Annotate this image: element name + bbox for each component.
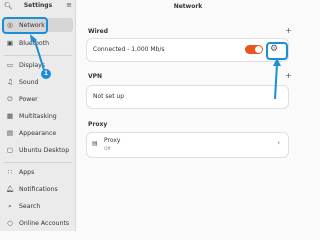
sidebar-item-sound[interactable]: ♫ Sound bbox=[2, 75, 73, 89]
sidebar-item-bluetooth[interactable]: ▣ Bluetooth bbox=[2, 36, 73, 50]
page-title: Network bbox=[173, 3, 203, 10]
sidebar-item-label: Appearance bbox=[19, 129, 57, 137]
sidebar-divider bbox=[4, 162, 72, 163]
wired-toggle[interactable] bbox=[245, 45, 263, 54]
sidebar-item-label: Displays bbox=[19, 61, 46, 69]
sidebar-divider bbox=[4, 55, 72, 56]
sidebar: Settings 🔍︎ ≡ ◎ Network ▣ Bluetooth ▭ Di… bbox=[0, 0, 76, 231]
sidebar-item-label: Notifications bbox=[19, 185, 58, 193]
sidebar-item-label: Bluetooth bbox=[19, 39, 50, 47]
power-icon: ⏻ bbox=[7, 94, 13, 103]
sidebar-item-label: Multitasking bbox=[19, 112, 57, 120]
sound-icon: ♫ bbox=[7, 78, 13, 86]
sidebar-item-apps[interactable]: ∷ Apps bbox=[2, 165, 73, 179]
sidebar-header: Settings 🔍︎ ≡ bbox=[0, 0, 76, 14]
gear-highlight-box bbox=[266, 42, 288, 60]
appearance-icon: ▤ bbox=[6, 129, 14, 137]
wired-heading: Wired bbox=[88, 28, 108, 35]
sidebar-item-multitasking[interactable]: ▦ Multitasking bbox=[2, 109, 73, 123]
sidebar-item-label: Online Accounts bbox=[19, 219, 70, 227]
proxy-row[interactable]: ▤ Proxy Off › bbox=[87, 133, 288, 157]
accounts-icon: ○ bbox=[7, 219, 13, 227]
proxy-label: Proxy bbox=[104, 137, 121, 144]
ubuntu-desktop-icon: ▢ bbox=[6, 146, 14, 154]
sidebar-item-notifications[interactable]: 🔔︎ Notifications bbox=[2, 182, 73, 196]
bluetooth-icon: ▣ bbox=[6, 39, 14, 47]
sidebar-item-online-accounts[interactable]: ○ Online Accounts bbox=[2, 216, 73, 230]
sidebar-item-ubuntu-desktop[interactable]: ▢ Ubuntu Desktop bbox=[2, 143, 73, 157]
sidebar-item-label: Ubuntu Desktop bbox=[19, 146, 70, 154]
display-icon: ▭ bbox=[6, 61, 14, 69]
sidebar-item-appearance[interactable]: ▤ Appearance bbox=[2, 126, 73, 140]
wired-connection-label: Connected - 1,000 Mb/s bbox=[93, 46, 165, 53]
proxy-heading: Proxy bbox=[88, 121, 108, 128]
chevron-right-icon: › bbox=[277, 139, 280, 147]
hamburger-icon[interactable]: ≡ bbox=[66, 1, 72, 9]
search-icon[interactable]: 🔍︎ bbox=[4, 2, 13, 10]
sidebar-item-label: Sound bbox=[19, 78, 39, 86]
sidebar-item-label: Apps bbox=[19, 168, 35, 176]
search-icon: ⌕ bbox=[8, 201, 12, 210]
vpn-status: Not set up bbox=[93, 93, 125, 100]
wired-card: Connected - 1,000 Mb/s ⚙︎ bbox=[87, 39, 288, 61]
sidebar-item-power[interactable]: ⏻ Power bbox=[2, 92, 73, 106]
vpn-add-button[interactable]: + bbox=[285, 71, 292, 80]
annotation-badge-1: 1 bbox=[41, 69, 51, 79]
proxy-icon: ▤ bbox=[92, 140, 98, 147]
vpn-heading: VPN bbox=[88, 73, 103, 80]
apps-icon: ∷ bbox=[7, 168, 13, 176]
multitasking-icon: ▦ bbox=[6, 112, 14, 120]
sidebar-item-search[interactable]: ⌕ Search bbox=[2, 199, 73, 213]
sidebar-item-label: Power bbox=[19, 95, 38, 103]
wired-add-button[interactable]: + bbox=[285, 26, 292, 35]
proxy-status: Off bbox=[104, 147, 111, 152]
network-highlight-box bbox=[2, 17, 48, 34]
sidebar-item-label: Search bbox=[19, 202, 41, 210]
toggle-knob bbox=[255, 46, 262, 53]
vpn-card: Not set up bbox=[87, 86, 288, 108]
bell-icon: 🔔︎ bbox=[5, 185, 15, 193]
sidebar-item-displays[interactable]: ▭ Displays bbox=[2, 58, 73, 72]
